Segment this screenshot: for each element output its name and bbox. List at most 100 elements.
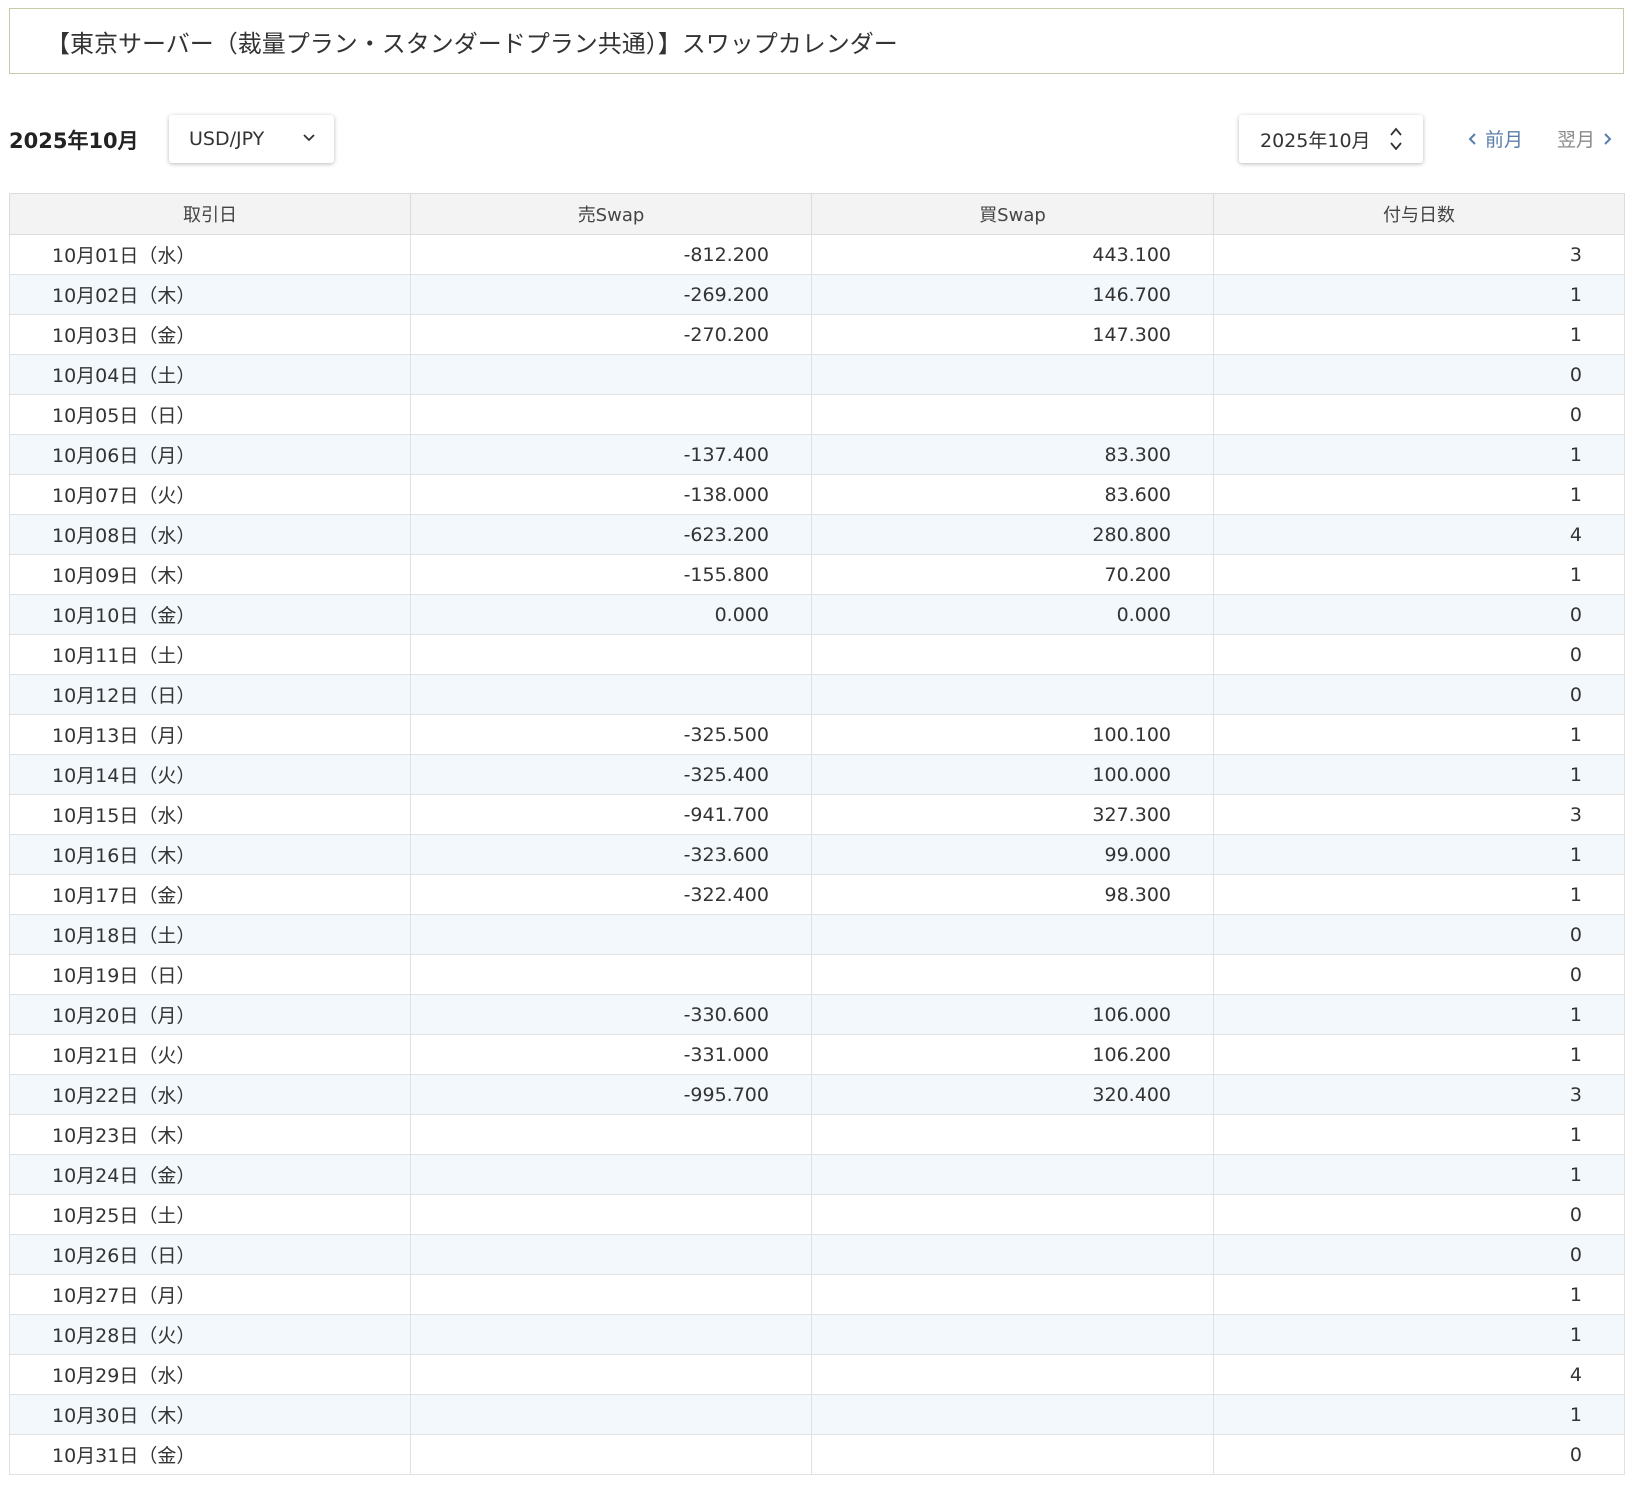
table-row: 10月25日（土） 0 [9, 1194, 1625, 1235]
row-buy-swap: 280.800 [811, 514, 1214, 555]
row-sell-swap: -812.200 [410, 234, 812, 275]
row-sell-swap: -623.200 [410, 514, 812, 555]
table-row: 10月09日（木） -155.800 70.200 1 [9, 554, 1625, 595]
row-grant-days: 1 [1213, 474, 1625, 515]
row-buy-swap [811, 1434, 1214, 1475]
row-grant-days: 0 [1213, 354, 1625, 395]
row-buy-swap: 147.300 [811, 314, 1214, 355]
row-grant-days: 1 [1213, 874, 1625, 915]
row-trade-date: 10月25日（土） [9, 1194, 411, 1235]
row-buy-swap [811, 1154, 1214, 1195]
row-sell-swap: -325.400 [410, 754, 812, 795]
row-buy-swap [811, 1274, 1214, 1315]
row-trade-date: 10月16日（木） [9, 834, 411, 875]
month-picker[interactable]: 2025年10月 [1239, 115, 1423, 163]
table-row: 10月10日（金） 0.000 0.000 0 [9, 594, 1625, 635]
row-sell-swap: -995.700 [410, 1074, 812, 1115]
table-row: 10月18日（土） 0 [9, 914, 1625, 955]
row-grant-days: 0 [1213, 634, 1625, 675]
row-sell-swap [410, 1194, 812, 1235]
row-trade-date: 10月09日（木） [9, 554, 411, 595]
table-row: 10月19日（日） 0 [9, 954, 1625, 995]
chevron-left-icon [1468, 132, 1476, 145]
row-grant-days: 4 [1213, 1354, 1625, 1395]
row-sell-swap: -137.400 [410, 434, 812, 475]
page-title-text: 【東京サーバー（裁量プラン・スタンダードプラン共通）】スワップカレンダー [46, 29, 898, 58]
row-buy-swap [811, 1234, 1214, 1275]
row-trade-date: 10月11日（土） [9, 634, 411, 675]
row-sell-swap: -322.400 [410, 874, 812, 915]
table-row: 10月08日（水） -623.200 280.800 4 [9, 514, 1625, 555]
table-row: 10月24日（金） 1 [9, 1154, 1625, 1195]
prev-month-link[interactable]: 前月 [1467, 125, 1523, 152]
row-trade-date: 10月04日（土） [9, 354, 411, 395]
row-buy-swap [811, 634, 1214, 675]
row-trade-date: 10月02日（木） [9, 274, 411, 315]
row-grant-days: 0 [1213, 1434, 1625, 1475]
row-sell-swap [410, 1354, 812, 1395]
table-row: 10月02日（木） -269.200 146.700 1 [9, 274, 1625, 315]
row-grant-days: 1 [1213, 1034, 1625, 1075]
table-row: 10月11日（土） 0 [9, 634, 1625, 675]
row-grant-days: 1 [1213, 1154, 1625, 1195]
row-trade-date: 10月26日（日） [9, 1234, 411, 1275]
row-grant-days: 3 [1213, 794, 1625, 835]
currency-pair-select[interactable]: USD/JPY [169, 115, 334, 163]
row-trade-date: 10月19日（日） [9, 954, 411, 995]
table-row: 10月21日（火） -331.000 106.200 1 [9, 1034, 1625, 1075]
row-sell-swap: -270.200 [410, 314, 812, 355]
row-trade-date: 10月07日（火） [9, 474, 411, 515]
header-sell-swap: 売Swap [410, 193, 812, 235]
row-grant-days: 1 [1213, 714, 1625, 755]
row-trade-date: 10月17日（金） [9, 874, 411, 915]
row-sell-swap: -138.000 [410, 474, 812, 515]
row-sell-swap [410, 1314, 812, 1355]
table-row: 10月28日（火） 1 [9, 1314, 1625, 1355]
table-row: 10月29日（水） 4 [9, 1354, 1625, 1395]
row-trade-date: 10月27日（月） [9, 1274, 411, 1315]
row-sell-swap: -331.000 [410, 1034, 812, 1075]
row-sell-swap: 0.000 [410, 594, 812, 635]
row-buy-swap: 99.000 [811, 834, 1214, 875]
table-row: 10月27日（月） 1 [9, 1274, 1625, 1315]
row-buy-swap: 100.000 [811, 754, 1214, 795]
row-grant-days: 1 [1213, 1114, 1625, 1155]
row-buy-swap [811, 1394, 1214, 1435]
table-row: 10月03日（金） -270.200 147.300 1 [9, 314, 1625, 355]
row-grant-days: 1 [1213, 314, 1625, 355]
row-trade-date: 10月18日（土） [9, 914, 411, 955]
row-grant-days: 3 [1213, 234, 1625, 275]
toolbar: 2025年10月 USD/JPY 2025年10月 前月 翌月 [9, 113, 1624, 165]
row-buy-swap [811, 1114, 1214, 1155]
next-month-link[interactable]: 翌月 [1557, 125, 1613, 152]
row-trade-date: 10月30日（木） [9, 1394, 411, 1435]
row-trade-date: 10月21日（火） [9, 1034, 411, 1075]
row-sell-swap [410, 1434, 812, 1475]
row-buy-swap [811, 1194, 1214, 1235]
table-row: 10月16日（木） -323.600 99.000 1 [9, 834, 1625, 875]
row-grant-days: 0 [1213, 954, 1625, 995]
row-trade-date: 10月29日（水） [9, 1354, 411, 1395]
row-trade-date: 10月13日（月） [9, 714, 411, 755]
row-buy-swap: 83.300 [811, 434, 1214, 475]
table-row: 10月04日（土） 0 [9, 354, 1625, 395]
row-grant-days: 0 [1213, 1234, 1625, 1275]
row-grant-days: 1 [1213, 1274, 1625, 1315]
row-buy-swap [811, 354, 1214, 395]
row-grant-days: 0 [1213, 674, 1625, 715]
table-row: 10月01日（水） -812.200 443.100 3 [9, 234, 1625, 275]
table-row: 10月06日（月） -137.400 83.300 1 [9, 434, 1625, 475]
row-trade-date: 10月06日（月） [9, 434, 411, 475]
row-buy-swap: 106.000 [811, 994, 1214, 1035]
table-row: 10月14日（火） -325.400 100.000 1 [9, 754, 1625, 795]
row-sell-swap [410, 634, 812, 675]
row-grant-days: 4 [1213, 514, 1625, 555]
row-sell-swap: -325.500 [410, 714, 812, 755]
row-sell-swap [410, 1234, 812, 1275]
table-row: 10月26日（日） 0 [9, 1234, 1625, 1275]
row-trade-date: 10月20日（月） [9, 994, 411, 1035]
row-grant-days: 1 [1213, 274, 1625, 315]
row-buy-swap: 70.200 [811, 554, 1214, 595]
row-sell-swap [410, 394, 812, 435]
row-buy-swap [811, 1314, 1214, 1355]
